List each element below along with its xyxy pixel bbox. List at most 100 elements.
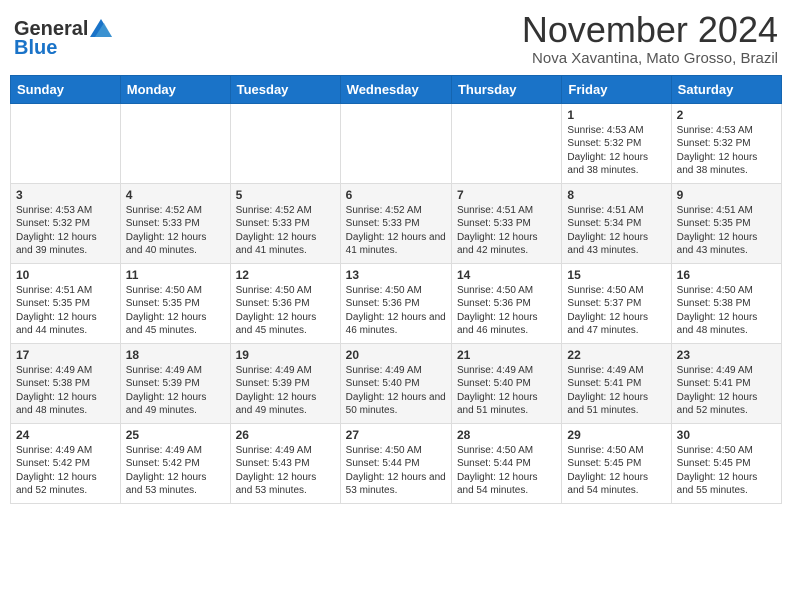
day-info: Sunrise: 4:50 AM Sunset: 5:44 PM Dayligh… [346, 444, 446, 498]
weekday-header-tuesday: Tuesday [230, 75, 340, 103]
day-info: Sunrise: 4:51 AM Sunset: 5:34 PM Dayligh… [567, 204, 665, 258]
day-number: 13 [346, 268, 446, 282]
week-row-1: 1 Sunrise: 4:53 AM Sunset: 5:32 PM Daylig… [11, 103, 782, 183]
day-info: Sunrise: 4:49 AM Sunset: 5:39 PM Dayligh… [236, 364, 335, 418]
calendar-cell [11, 103, 121, 183]
day-number: 28 [457, 428, 556, 442]
calendar-cell: 26Sunrise: 4:49 AM Sunset: 5:43 PM Dayli… [230, 423, 340, 503]
day-info: Sunrise: 4:51 AM Sunset: 5:35 PM Dayligh… [677, 204, 776, 258]
calendar-cell [340, 103, 451, 183]
day-number: 3 [16, 188, 115, 202]
calendar-cell: 10 Sunrise: 4:51 AM Sunset: 5:35 PM Dayli… [11, 263, 121, 343]
day-info: Sunrise: 4:49 AM Sunset: 5:41 PM Dayligh… [677, 364, 776, 418]
day-number: 24 [16, 428, 115, 442]
day-info: Sunrise: 4:49 AM Sunset: 5:40 PM Dayligh… [457, 364, 556, 418]
day-number: 20 [346, 348, 446, 362]
logo: General Blue [14, 18, 112, 60]
calendar-cell: 1 Sunrise: 4:53 AM Sunset: 5:32 PM Daylig… [562, 103, 671, 183]
calendar-cell: 14 Sunrise: 4:50 AM Sunset: 5:36 PM Dayli… [451, 263, 561, 343]
calendar-cell: 29 Sunrise: 4:50 AM Sunset: 5:45 PM Dayli… [562, 423, 671, 503]
calendar-cell: 16Sunrise: 4:50 AM Sunset: 5:38 PM Dayli… [671, 263, 781, 343]
calendar-cell: 9 Sunrise: 4:51 AM Sunset: 5:35 PM Daylig… [671, 183, 781, 263]
day-number: 19 [236, 348, 335, 362]
calendar-cell: 19 Sunrise: 4:49 AM Sunset: 5:39 PM Dayli… [230, 343, 340, 423]
day-number: 22 [567, 348, 665, 362]
day-info: Sunrise: 4:49 AM Sunset: 5:40 PM Dayligh… [346, 364, 446, 418]
day-number: 16 [677, 268, 776, 282]
day-number: 14 [457, 268, 556, 282]
day-info: Sunrise: 4:51 AM Sunset: 5:35 PM Dayligh… [16, 284, 115, 338]
day-number: 27 [346, 428, 446, 442]
weekday-header-monday: Monday [120, 75, 230, 103]
weekday-header-thursday: Thursday [451, 75, 561, 103]
weekday-header-friday: Friday [562, 75, 671, 103]
calendar-cell [230, 103, 340, 183]
calendar-cell: 22 Sunrise: 4:49 AM Sunset: 5:41 PM Dayli… [562, 343, 671, 423]
day-number: 2 [677, 108, 776, 122]
day-number: 25 [126, 428, 225, 442]
day-number: 10 [16, 268, 115, 282]
calendar-cell: 21 Sunrise: 4:49 AM Sunset: 5:40 PM Dayli… [451, 343, 561, 423]
calendar-cell: 17 Sunrise: 4:49 AM Sunset: 5:38 PM Dayli… [11, 343, 121, 423]
day-info: Sunrise: 4:49 AM Sunset: 5:41 PM Dayligh… [567, 364, 665, 418]
week-row-3: 10 Sunrise: 4:51 AM Sunset: 5:35 PM Dayli… [11, 263, 782, 343]
calendar-cell: 2 Sunrise: 4:53 AM Sunset: 5:32 PM Daylig… [671, 103, 781, 183]
calendar-cell [120, 103, 230, 183]
calendar-table: SundayMondayTuesdayWednesdayThursdayFrid… [10, 75, 782, 504]
day-number: 8 [567, 188, 665, 202]
day-info: Sunrise: 4:49 AM Sunset: 5:42 PM Dayligh… [126, 444, 225, 498]
weekday-header-sunday: Sunday [11, 75, 121, 103]
calendar-cell: 25 Sunrise: 4:49 AM Sunset: 5:42 PM Dayli… [120, 423, 230, 503]
page-header: General Blue November 2024 Nova Xavantin… [10, 10, 782, 67]
calendar-cell: 11Sunrise: 4:50 AM Sunset: 5:35 PM Dayli… [120, 263, 230, 343]
day-info: Sunrise: 4:50 AM Sunset: 5:45 PM Dayligh… [567, 444, 665, 498]
calendar-cell: 12 Sunrise: 4:50 AM Sunset: 5:36 PM Dayli… [230, 263, 340, 343]
calendar-cell: 7 Sunrise: 4:51 AM Sunset: 5:33 PM Daylig… [451, 183, 561, 263]
calendar-cell: 4 Sunrise: 4:52 AM Sunset: 5:33 PM Daylig… [120, 183, 230, 263]
calendar-cell: 15 Sunrise: 4:50 AM Sunset: 5:37 PM Dayli… [562, 263, 671, 343]
calendar-cell: 8 Sunrise: 4:51 AM Sunset: 5:34 PM Daylig… [562, 183, 671, 263]
day-info: Sunrise: 4:50 AM Sunset: 5:36 PM Dayligh… [457, 284, 556, 338]
day-number: 30 [677, 428, 776, 442]
day-info: Sunrise: 4:50 AM Sunset: 5:37 PM Dayligh… [567, 284, 665, 338]
weekday-header-row: SundayMondayTuesdayWednesdayThursdayFrid… [11, 75, 782, 103]
logo-icon [90, 19, 112, 37]
day-info: Sunrise: 4:50 AM Sunset: 5:44 PM Dayligh… [457, 444, 556, 498]
day-info: Sunrise: 4:53 AM Sunset: 5:32 PM Dayligh… [567, 124, 665, 178]
calendar-cell: 28 Sunrise: 4:50 AM Sunset: 5:44 PM Dayli… [451, 423, 561, 503]
day-number: 15 [567, 268, 665, 282]
day-info: Sunrise: 4:51 AM Sunset: 5:33 PM Dayligh… [457, 204, 556, 258]
day-number: 21 [457, 348, 556, 362]
day-info: Sunrise: 4:49 AM Sunset: 5:42 PM Dayligh… [16, 444, 115, 498]
title-block: November 2024 Nova Xavantina, Mato Gross… [522, 10, 778, 67]
calendar-cell: 24 Sunrise: 4:49 AM Sunset: 5:42 PM Dayli… [11, 423, 121, 503]
week-row-4: 17 Sunrise: 4:49 AM Sunset: 5:38 PM Dayli… [11, 343, 782, 423]
day-number: 4 [126, 188, 225, 202]
calendar-cell: 6 Sunrise: 4:52 AM Sunset: 5:33 PM Daylig… [340, 183, 451, 263]
day-number: 18 [126, 348, 225, 362]
day-number: 7 [457, 188, 556, 202]
weekday-header-wednesday: Wednesday [340, 75, 451, 103]
calendar-cell: 20 Sunrise: 4:49 AM Sunset: 5:40 PM Dayli… [340, 343, 451, 423]
day-number: 9 [677, 188, 776, 202]
day-number: 26 [236, 428, 335, 442]
day-info: Sunrise: 4:50 AM Sunset: 5:45 PM Dayligh… [677, 444, 776, 498]
day-number: 1 [567, 108, 665, 122]
calendar-cell: 13Sunrise: 4:50 AM Sunset: 5:36 PM Dayli… [340, 263, 451, 343]
day-info: Sunrise: 4:50 AM Sunset: 5:36 PM Dayligh… [236, 284, 335, 338]
calendar-cell [451, 103, 561, 183]
day-number: 17 [16, 348, 115, 362]
day-number: 12 [236, 268, 335, 282]
day-info: Sunrise: 4:49 AM Sunset: 5:39 PM Dayligh… [126, 364, 225, 418]
week-row-5: 24 Sunrise: 4:49 AM Sunset: 5:42 PM Dayli… [11, 423, 782, 503]
calendar-cell: 5Sunrise: 4:52 AM Sunset: 5:33 PM Daylig… [230, 183, 340, 263]
day-info: Sunrise: 4:53 AM Sunset: 5:32 PM Dayligh… [677, 124, 776, 178]
week-row-2: 3Sunrise: 4:53 AM Sunset: 5:32 PM Daylig… [11, 183, 782, 263]
day-number: 29 [567, 428, 665, 442]
day-info: Sunrise: 4:52 AM Sunset: 5:33 PM Dayligh… [126, 204, 225, 258]
day-info: Sunrise: 4:52 AM Sunset: 5:33 PM Dayligh… [346, 204, 446, 258]
day-number: 23 [677, 348, 776, 362]
day-info: Sunrise: 4:49 AM Sunset: 5:38 PM Dayligh… [16, 364, 115, 418]
day-number: 6 [346, 188, 446, 202]
location-text: Nova Xavantina, Mato Grosso, Brazil [522, 50, 778, 67]
